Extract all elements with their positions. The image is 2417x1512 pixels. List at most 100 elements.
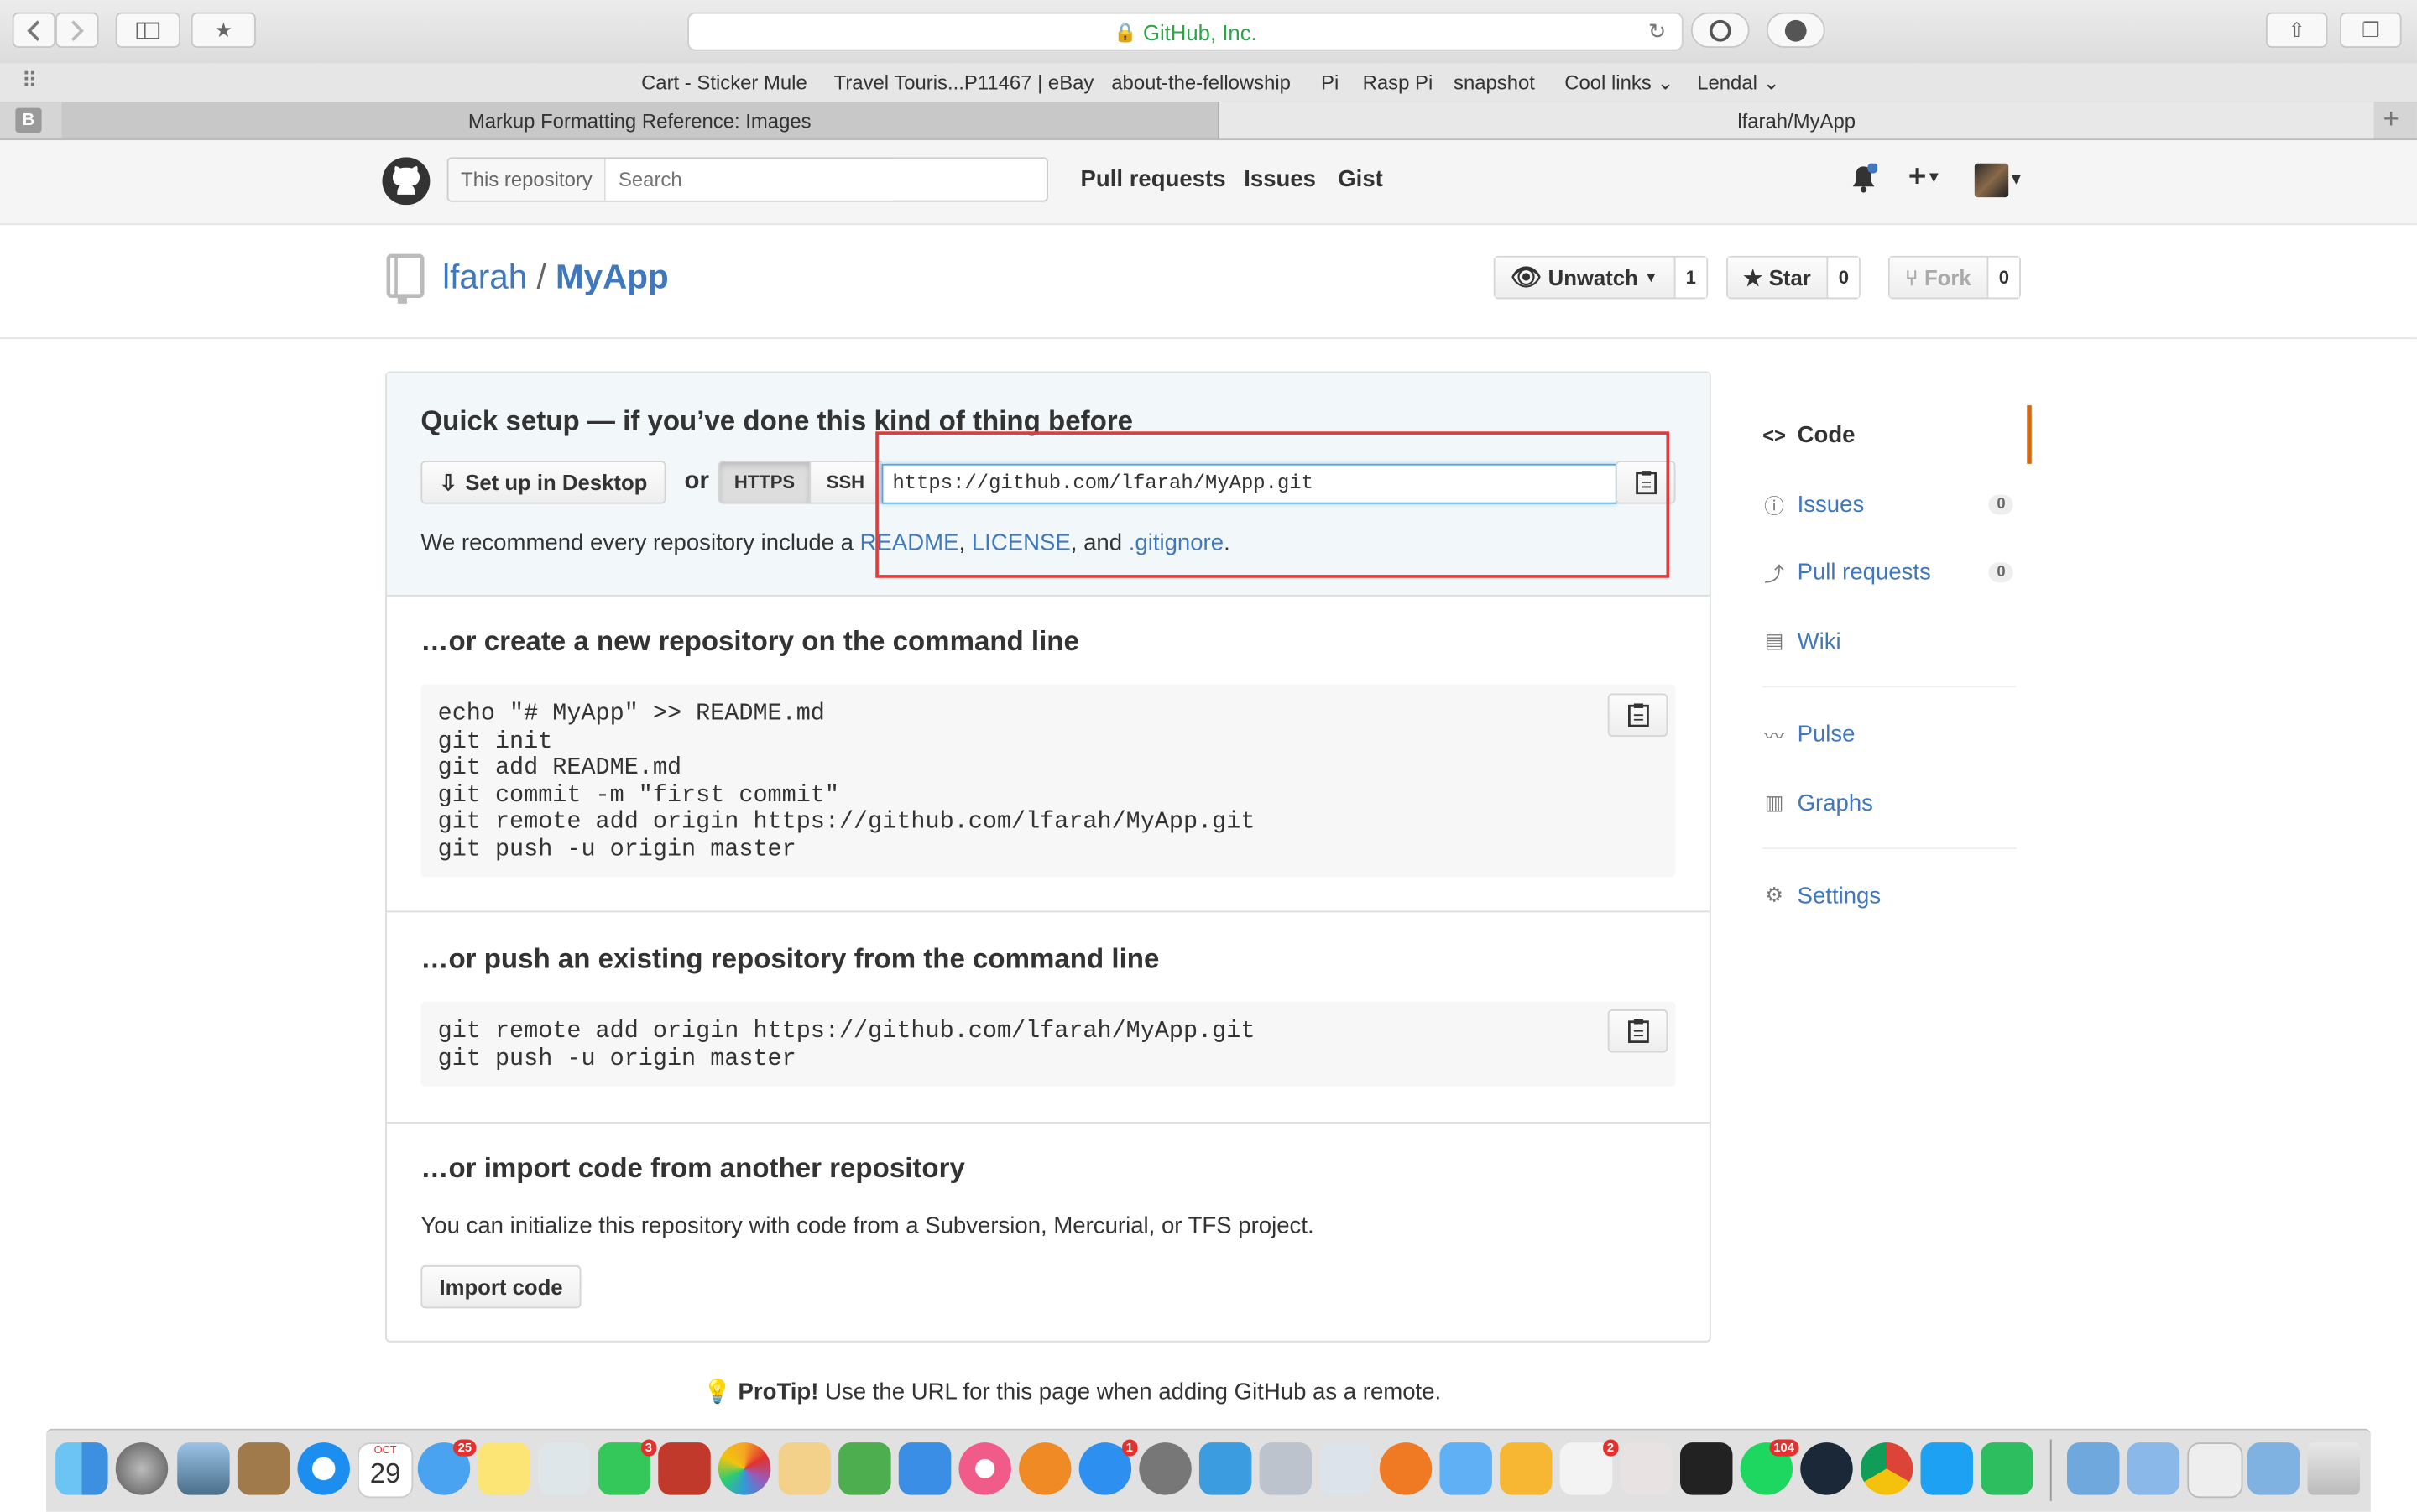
setup-desktop-button[interactable]: ⇩ Set up in Desktop	[420, 461, 666, 504]
favorite-link[interactable]: Pi	[1321, 70, 1339, 94]
grid-icon[interactable]: ⠿	[22, 68, 38, 94]
new-tab-icon[interactable]: +	[2383, 103, 2399, 136]
nav-pull-requests[interactable]: Pull requests	[1081, 166, 1226, 192]
facetime-icon[interactable]: 3	[598, 1439, 657, 1495]
top-sites-button[interactable]: ★	[191, 12, 256, 48]
github-logo-icon[interactable]	[382, 157, 431, 206]
https-toggle[interactable]: HTTPS	[718, 461, 812, 504]
sidebar-toggle-button[interactable]	[115, 12, 180, 48]
favorite-folder[interactable]: Lendal ⌄	[1697, 70, 1779, 95]
numbers-icon[interactable]	[838, 1442, 891, 1495]
tab-myapp[interactable]: lfarah/MyApp	[1219, 102, 2374, 139]
copy-new-repo-commands-button[interactable]	[1607, 693, 1668, 737]
caret-down-icon: ▼	[1926, 169, 1942, 187]
search-input[interactable]	[606, 159, 893, 201]
search-box[interactable]: This repository	[446, 157, 1048, 202]
fork-button[interactable]: ⑂ Fork	[1889, 257, 1988, 298]
favorite-link[interactable]: Rasp Pi	[1363, 70, 1433, 94]
repo-name-link[interactable]: MyApp	[556, 258, 669, 296]
network-utility-icon[interactable]	[1319, 1442, 1372, 1495]
sidebar-item-wiki[interactable]: ▤ Wiki	[1746, 612, 2032, 670]
sketch-icon[interactable]	[1500, 1442, 1553, 1495]
sidebar-item-pull-requests[interactable]: ⤴ Pull requests 0	[1746, 543, 2032, 602]
favorite-link[interactable]: Travel Touris...P11467 | eBay	[834, 70, 1094, 94]
messages-icon[interactable]: 25	[417, 1439, 477, 1495]
tab-label: Markup Formatting Reference: Images	[467, 108, 812, 133]
chrome-icon[interactable]	[1860, 1442, 1913, 1495]
app-store-icon[interactable]: 1	[1078, 1439, 1138, 1495]
preview-icon[interactable]	[177, 1442, 230, 1495]
launchpad-icon[interactable]	[115, 1442, 169, 1495]
sidebar-divider	[1762, 847, 2017, 850]
repo-owner-link[interactable]: lfarah	[442, 258, 527, 296]
pages-icon[interactable]	[778, 1442, 831, 1495]
copy-push-commands-button[interactable]	[1607, 1009, 1668, 1053]
documents-folder-icon[interactable]	[2247, 1442, 2300, 1495]
favorite-folder-label: Lendal	[1697, 70, 1757, 95]
terminal-icon[interactable]	[1680, 1442, 1733, 1495]
favorite-link[interactable]: Cart - Sticker Mule	[641, 70, 807, 94]
reload-icon[interactable]: ↻	[1648, 18, 1667, 44]
import-code-button[interactable]: Import code	[420, 1264, 582, 1309]
unwatch-button[interactable]: 👁 Unwatch ▼	[1495, 257, 1675, 298]
gear-icon: ⚙	[1765, 883, 1783, 906]
keynote-icon[interactable]	[898, 1442, 952, 1495]
notifications-button[interactable]	[1850, 162, 1879, 202]
sidebar-item-pulse[interactable]: 〰 Pulse	[1746, 704, 2032, 763]
app-store-badge: 1	[1121, 1439, 1138, 1457]
image-capture-icon[interactable]	[1259, 1442, 1313, 1495]
ghostery-extension-button[interactable]	[1766, 12, 1825, 48]
itunes-icon[interactable]	[958, 1442, 1011, 1495]
contacts-icon[interactable]	[237, 1442, 290, 1495]
simulator-icon[interactable]	[1439, 1442, 1492, 1495]
downloads-folder-icon[interactable]	[2127, 1442, 2180, 1495]
photos-icon[interactable]	[718, 1442, 771, 1495]
password-extension-button[interactable]	[1690, 12, 1750, 48]
sidebar-item-settings[interactable]: ⚙ Settings	[1746, 866, 2032, 925]
sidebar-item-graphs[interactable]: ▥ Graphs	[1746, 774, 2032, 832]
user-menu-button[interactable]: ▼	[1974, 163, 2023, 198]
sidebar-item-code[interactable]: <> Code	[1746, 405, 2032, 464]
spotify-icon[interactable]: 104	[1740, 1439, 1799, 1495]
sidebar-item-label: Issues	[1797, 490, 1865, 518]
tab-markup-reference[interactable]: Markup Formatting Reference: Images	[61, 102, 1219, 139]
favorite-link[interactable]: about-the-fellowship	[1111, 70, 1291, 94]
twitter-icon[interactable]	[1920, 1442, 1973, 1495]
watch-count[interactable]: 1	[1674, 257, 1707, 298]
system-preferences-icon[interactable]	[1139, 1442, 1192, 1495]
slack-icon[interactable]	[1620, 1442, 1673, 1495]
finder-icon[interactable]	[55, 1442, 108, 1495]
overcast-icon[interactable]	[1379, 1442, 1433, 1495]
photo-booth-icon[interactable]	[658, 1442, 711, 1495]
sidebar-item-issues[interactable]: ⓘ Issues 0	[1746, 475, 2032, 534]
steam-icon[interactable]	[1800, 1442, 1853, 1495]
forward-button[interactable]	[55, 12, 99, 48]
tab-label: lfarah/MyApp	[1737, 108, 1856, 133]
favorite-folder[interactable]: Cool links ⌄	[1564, 70, 1673, 95]
xcode-icon[interactable]	[1198, 1442, 1252, 1495]
nav-issues[interactable]: Issues	[1244, 166, 1316, 192]
trash-icon[interactable]	[2307, 1442, 2360, 1495]
reminders-icon[interactable]	[538, 1442, 591, 1495]
share-button[interactable]: ⇧	[2265, 12, 2328, 48]
todo-list-icon[interactable]: 2	[1559, 1439, 1619, 1495]
create-new-button[interactable]: +▼	[1908, 160, 1942, 196]
star-count[interactable]: 0	[1827, 257, 1860, 298]
evernote-icon[interactable]	[1981, 1442, 2033, 1495]
fork-count[interactable]: 0	[1987, 257, 2020, 298]
bell-icon	[1852, 162, 1879, 193]
png-file-icon[interactable]	[2187, 1442, 2243, 1499]
star-button[interactable]: ★ Star	[1727, 257, 1828, 298]
notes-icon[interactable]	[478, 1442, 530, 1495]
favorite-link[interactable]: snapshot	[1454, 70, 1535, 94]
calendar-icon[interactable]: OCT 29	[358, 1442, 414, 1499]
ibooks-icon[interactable]	[1019, 1442, 1072, 1495]
back-button[interactable]	[12, 12, 56, 48]
safari-icon[interactable]	[297, 1442, 350, 1495]
address-bar[interactable]: 🔒 GitHub, Inc. ↻	[687, 12, 1684, 51]
applications-folder-icon[interactable]	[2067, 1442, 2120, 1495]
pinned-tab-icon[interactable]: B	[15, 107, 42, 133]
tabs-overview-button[interactable]: ❐	[2340, 12, 2402, 48]
ssh-toggle[interactable]: SSH	[809, 461, 882, 504]
nav-gist[interactable]: Gist	[1338, 166, 1383, 192]
